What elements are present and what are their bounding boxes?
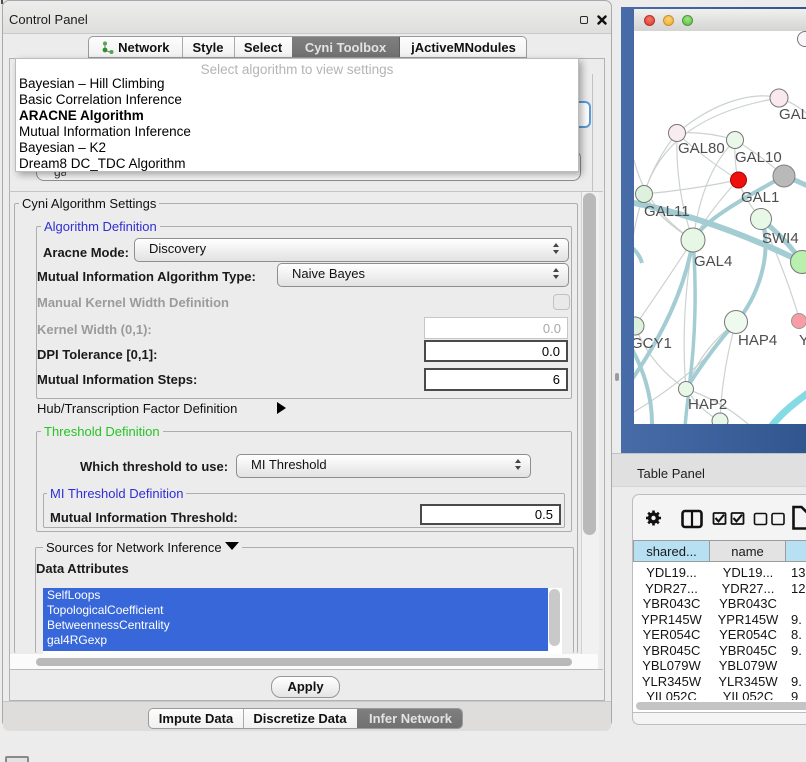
svg-text:GAL80: GAL80 bbox=[678, 140, 725, 157]
svg-text:GAL1: GAL1 bbox=[741, 189, 779, 206]
svg-text:GAL7: GAL7 bbox=[779, 106, 806, 123]
svg-text:HAP4: HAP4 bbox=[738, 332, 777, 349]
svg-text:SWI4: SWI4 bbox=[762, 230, 799, 247]
svg-text:YBR: YBR bbox=[799, 332, 806, 349]
svg-text:GAL10: GAL10 bbox=[735, 149, 782, 166]
svg-text:GAL4: GAL4 bbox=[694, 253, 732, 270]
svg-text:GAL11: GAL11 bbox=[644, 203, 690, 220]
svg-text:GCY1: GCY1 bbox=[634, 335, 672, 352]
svg-text:HAP2: HAP2 bbox=[688, 396, 727, 413]
